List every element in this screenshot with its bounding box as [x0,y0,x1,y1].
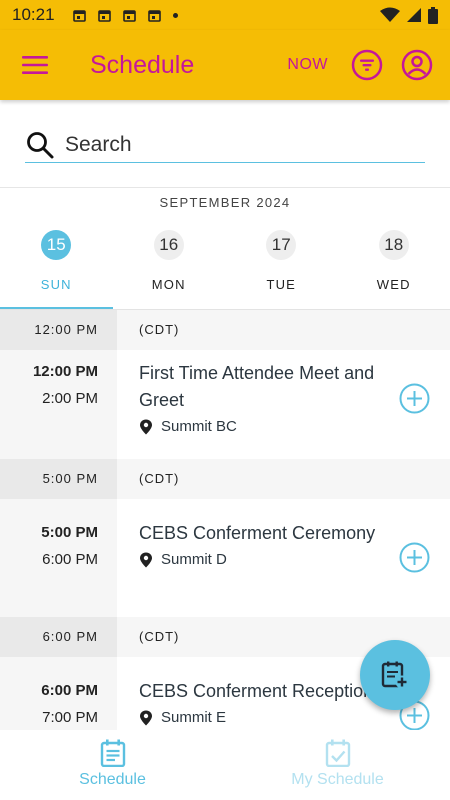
event-times: 12:00 PM 2:00 PM [0,350,117,459]
time-slot-label: 12:00 PM [0,310,117,350]
event-details: First Time Attendee Meet and Greet Summi… [117,350,379,459]
day-name: TUE [266,277,297,292]
event-location: Summit E [139,709,379,726]
filter-icon [351,49,383,81]
timezone-label: (CDT) [139,471,180,486]
event-start-time: 5:00 PM [41,524,98,541]
dot-icon [172,12,178,18]
status-time: 10:21 [12,5,55,24]
signal-icon [407,8,421,22]
time-slot-header: 5:00 PM (CDT) [0,459,450,499]
day-name: MON [151,277,186,292]
time-slot-label: 5:00 PM [0,459,117,499]
timezone-label: (CDT) [139,629,180,644]
calendar-icon [72,9,86,22]
app-bar: Schedule NOW [0,30,450,100]
nav-my-schedule-label: My Schedule [291,771,384,788]
calendar-check-icon [325,739,350,767]
event-details: CEBS Conferment Ceremony Summit D [117,499,379,617]
day-number: 16 [153,230,184,260]
add-to-schedule-icon[interactable] [399,542,430,573]
notification-icons [72,9,178,22]
calendar-icon [97,9,111,22]
day-tabs: 15 SUN 16 MON 17 TUE 18 WED [0,225,450,310]
hamburger-menu-icon [22,56,48,74]
now-button[interactable]: NOW [287,56,328,74]
event-location-text: Summit BC [161,418,237,435]
event-times: 6:00 PM 7:00 PM [0,657,117,730]
calendar-icon [147,9,161,22]
event-location: Summit BC [139,418,379,435]
event-details: CEBS Conferment Reception Summit E [117,657,379,730]
time-slot-header: 12:00 PM (CDT) [0,310,450,350]
nav-schedule-label: Schedule [79,771,146,788]
event-end-time: 2:00 PM [42,390,98,407]
event-start-time: 6:00 PM [41,682,98,699]
day-name: WED [376,277,411,292]
event-end-time: 6:00 PM [42,551,98,568]
event-location-text: Summit E [161,709,227,726]
location-pin-icon [140,419,152,434]
calendar-icon [122,9,136,22]
battery-icon [428,6,438,24]
wifi-icon [380,7,400,22]
day-tab-tue[interactable]: 17 TUE [225,225,338,310]
profile-button[interactable] [400,48,434,82]
day-name: SUN [40,277,72,292]
nav-schedule[interactable]: Schedule [0,730,225,800]
month-label: SEPTEMBER 2024 [159,195,291,210]
bottom-navigation: Schedule My Schedule [0,730,450,800]
location-pin-icon [140,710,152,725]
event-title: CEBS Conferment Ceremony [139,523,376,543]
time-slot-label: 6:00 PM [0,617,117,657]
schedule-list-icon [100,739,125,767]
divider [0,187,450,188]
account-icon [401,49,433,81]
event-location: Summit D [139,551,379,568]
calendar-add-icon [381,661,409,689]
add-event-fab[interactable] [360,640,430,710]
search-bar [25,128,425,163]
event-row[interactable]: 12:00 PM 2:00 PM First Time Attendee Mee… [0,350,450,459]
system-icons [380,6,438,24]
page-title: Schedule [90,50,195,79]
day-number: 17 [266,230,297,260]
event-location-text: Summit D [161,551,227,568]
day-tab-sun[interactable]: 15 SUN [0,225,113,310]
location-pin-icon [140,552,152,567]
event-title: First Time Attendee Meet and Greet [139,363,375,410]
filter-button[interactable] [350,48,384,82]
menu-button[interactable] [0,30,70,100]
search-icon [27,132,54,159]
day-tab-mon[interactable]: 16 MON [113,225,226,310]
day-number: 15 [41,230,72,260]
timezone-label: (CDT) [139,322,180,337]
event-title: CEBS Conferment Reception [139,681,374,701]
add-to-schedule-icon[interactable] [399,383,430,414]
search-input[interactable] [65,133,405,157]
status-bar: 10:21 [0,0,450,30]
event-start-time: 12:00 PM [32,363,98,380]
event-times: 5:00 PM 6:00 PM [0,499,117,617]
day-tab-wed[interactable]: 18 WED [338,225,450,310]
event-row[interactable]: 5:00 PM 6:00 PM CEBS Conferment Ceremony… [0,499,450,617]
event-end-time: 7:00 PM [42,709,98,726]
nav-my-schedule[interactable]: My Schedule [225,730,450,800]
day-number: 18 [378,230,409,260]
